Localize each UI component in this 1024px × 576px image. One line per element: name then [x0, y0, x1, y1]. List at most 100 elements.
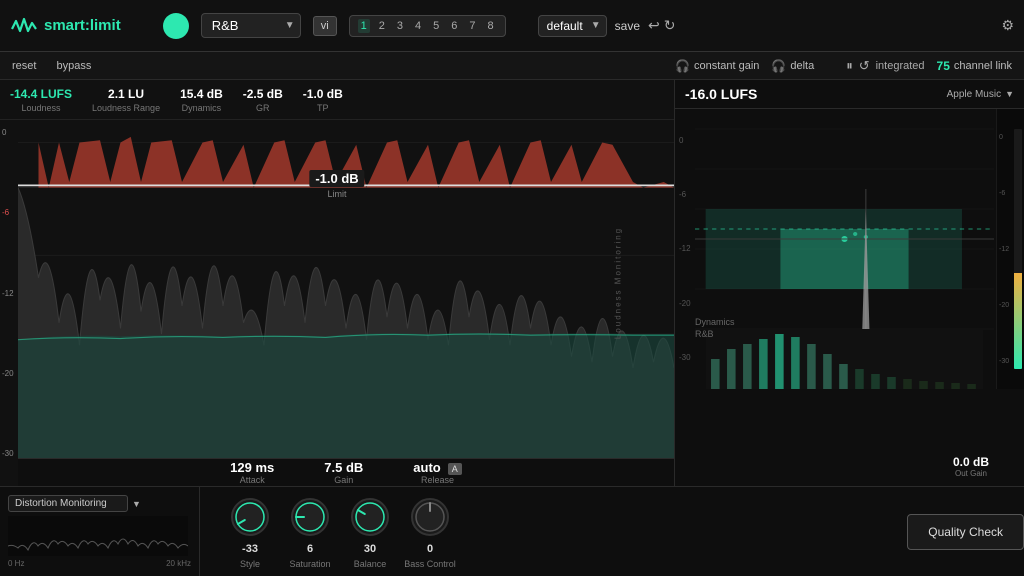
delta-label[interactable]: delta — [790, 60, 814, 72]
gain-value: 7.5 dB — [324, 460, 363, 475]
knob-style: -33 Style — [220, 495, 280, 569]
platform-arrow: ▼ — [1005, 89, 1014, 99]
right-scale: 0 -6 -12 -20 -30 — [679, 109, 695, 389]
dist-dropdown[interactable]: Distortion Monitoring — [8, 495, 128, 512]
metric-loudness: -14.4 LUFS Loudness — [10, 87, 72, 113]
lufs-target-value: -16.0 LUFS — [685, 86, 757, 102]
right-chart-svg — [695, 109, 994, 389]
loudness-range-value: 2.1 LU — [92, 87, 160, 101]
app-name: smart:limit — [44, 17, 121, 34]
tp-value: -1.0 dB — [303, 87, 343, 101]
scale-0: 0 — [2, 128, 18, 137]
gain-label: Gain — [324, 475, 363, 485]
out-gain-value: 0.0 dB — [953, 455, 989, 469]
quality-check-button[interactable]: Quality Check — [907, 514, 1024, 550]
integrated-label: integrated — [876, 60, 925, 72]
right-panel-header: -16.0 LUFS Apple Music ▼ — [675, 80, 1024, 109]
metric-dynamics: 15.4 dB Dynamics — [180, 87, 223, 113]
headphone-icon-2: 🎧 — [771, 59, 786, 73]
channel-link-num: 75 — [937, 59, 950, 73]
params-strip: 129 ms Attack 7.5 dB Gain auto A Release — [18, 458, 674, 486]
metric-gr: -2.5 dB GR — [243, 87, 283, 113]
undo-button[interactable]: ↩ — [648, 17, 660, 34]
profile-dropdown-container: default custom ▼ — [538, 15, 607, 37]
release-badge: A — [448, 463, 462, 475]
distortion-waveform — [8, 516, 188, 556]
hz-min-label: 0 Hz — [8, 559, 24, 568]
knob-bass-control: 0 Bass Control — [400, 495, 460, 569]
band-btn-3[interactable]: 3 — [394, 19, 406, 33]
metrics-bar: -14.4 LUFS Loudness 2.1 LU Loudness Rang… — [0, 80, 674, 120]
platform-selector: Apple Music ▼ — [947, 89, 1014, 100]
constant-gain-item: 🎧 constant gain — [675, 59, 759, 73]
knob-bass-container[interactable] — [408, 495, 452, 539]
main-area: -14.4 LUFS Loudness 2.1 LU Loudness Rang… — [0, 80, 1024, 486]
dynamics-chart-label: Dynamics — [695, 317, 735, 327]
knobs-section: -33 Style 6 Saturation — [200, 495, 887, 569]
channel-link-label[interactable]: channel link — [954, 60, 1012, 72]
scale-neg12: -12 — [2, 289, 18, 298]
undo-redo-container: ↩ ↻ — [648, 17, 675, 34]
constant-gain-label[interactable]: constant gain — [694, 60, 759, 72]
metric-loudness-range: 2.1 LU Loudness Range — [92, 87, 160, 113]
bypass-button[interactable]: bypass — [56, 60, 91, 72]
band-btn-6[interactable]: 6 — [448, 19, 460, 33]
rnb-chart-label: R&B — [695, 329, 714, 339]
logo-icon — [10, 15, 38, 37]
knob-style-container[interactable] — [228, 495, 272, 539]
knob-saturation: 6 Saturation — [280, 495, 340, 569]
power-button[interactable] — [163, 13, 189, 39]
redo-button[interactable]: ↻ — [664, 17, 676, 34]
scale-neg30: -30 — [2, 449, 18, 458]
loudness-range-label: Loudness Range — [92, 103, 160, 113]
param-release: auto A Release — [413, 460, 462, 485]
delta-item: 🎧 delta — [771, 59, 814, 73]
attack-label: Attack — [230, 475, 274, 485]
saturation-value: 6 — [307, 543, 313, 555]
dist-dropdown-arrow: ▼ — [132, 499, 141, 509]
bass-control-value: 0 — [427, 543, 433, 555]
bass-control-label: Bass Control — [404, 559, 456, 569]
pause-button[interactable]: ⏸ — [846, 58, 853, 74]
balance-label: Balance — [354, 559, 387, 569]
gr-value: -2.5 dB — [243, 87, 283, 101]
metric-tp: -1.0 dB TP — [303, 87, 343, 113]
rscale-0: 0 — [679, 136, 695, 145]
dynamics-label: Dynamics — [180, 103, 223, 113]
preset-dropdown-container: R&B Pop Rock EDM ▼ — [201, 13, 301, 38]
meter-bar-1 — [1014, 129, 1022, 369]
band-btn-1[interactable]: 1 — [358, 19, 370, 33]
controls-bar: reset bypass 🎧 constant gain 🎧 delta ⏸ ↺… — [0, 52, 1024, 80]
settings-icon[interactable]: ⚙ — [1001, 17, 1014, 34]
preset-name-container: default custom ▼ save ↩ ↻ — [538, 15, 676, 37]
rscale-n20: -20 — [679, 299, 695, 308]
band-btn-8[interactable]: 8 — [485, 19, 497, 33]
dynamics-value: 15.4 dB — [180, 87, 223, 101]
limit-line-container: -1.0 dB Limit — [309, 170, 364, 199]
loop-button[interactable]: ↺ — [859, 58, 870, 74]
band-btn-4[interactable]: 4 — [412, 19, 424, 33]
app-logo: smart:limit — [10, 15, 121, 37]
release-label: Release — [413, 475, 462, 485]
knob-balance-container[interactable] — [348, 495, 392, 539]
tp-label: TP — [303, 103, 343, 113]
param-attack: 129 ms Attack — [230, 460, 274, 485]
band-btn-7[interactable]: 7 — [466, 19, 478, 33]
save-button[interactable]: save — [615, 19, 640, 33]
playback-controls: ⏸ ↺ integrated — [846, 58, 924, 74]
loudness-label: Loudness — [10, 103, 72, 113]
knob-balance-svg — [348, 495, 392, 539]
top-bar: smart:limit R&B Pop Rock EDM ▼ vi 1 2 3 … — [0, 0, 1024, 52]
profile-select[interactable]: default custom — [538, 15, 607, 37]
vi-badge[interactable]: vi — [313, 16, 337, 36]
attack-value: 129 ms — [230, 460, 274, 475]
limit-value: -1.0 dB — [309, 170, 364, 187]
band-btn-2[interactable]: 2 — [376, 19, 388, 33]
band-btn-5[interactable]: 5 — [430, 19, 442, 33]
reset-button[interactable]: reset — [12, 60, 36, 72]
rscale-n30: -30 — [679, 353, 695, 362]
right-meter-strip: 0 -6 -12 -20 -30 — [996, 109, 1024, 389]
preset-select[interactable]: R&B Pop Rock EDM — [201, 13, 301, 38]
lufs-target: -16.0 LUFS — [685, 86, 757, 102]
knob-saturation-container[interactable] — [288, 495, 332, 539]
